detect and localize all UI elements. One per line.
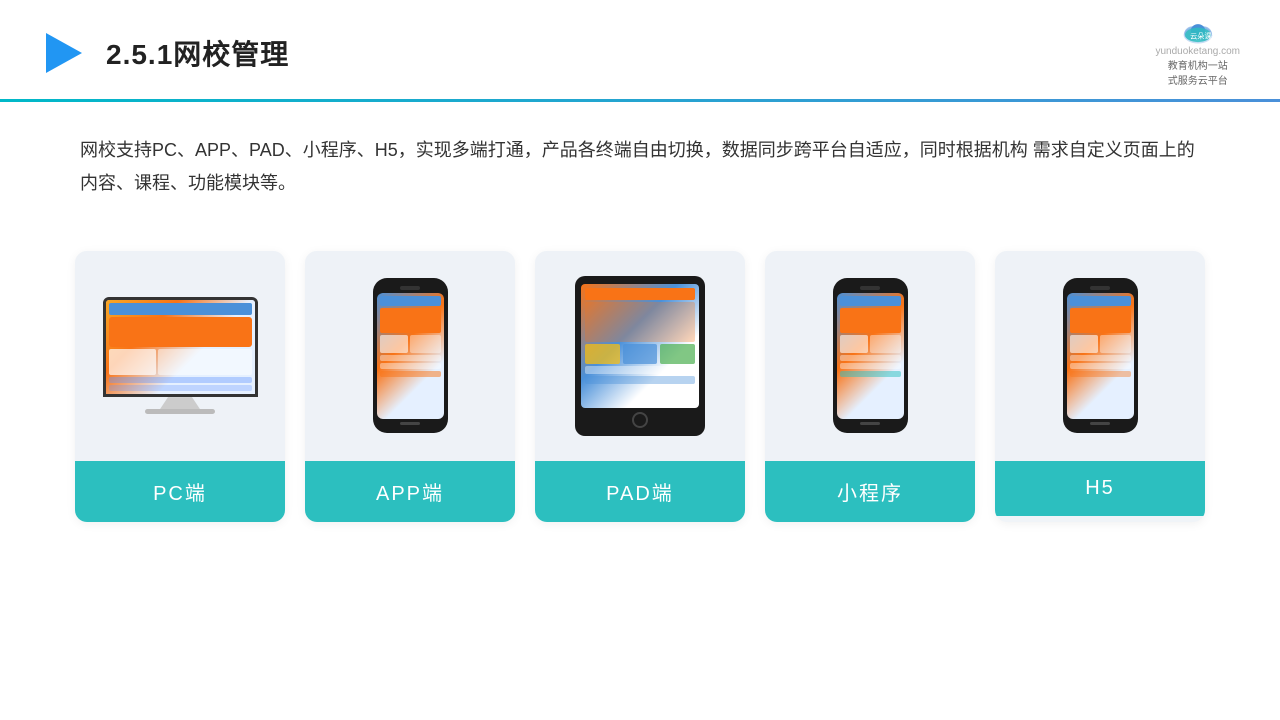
card-miniprogram: 小程序 [765,251,975,522]
description-content: 网校支持PC、APP、PAD、小程序、H5，实现多端打通，产品各终端自由切换，数… [80,140,1195,193]
phone-screen-h5 [1067,293,1134,419]
phone-home-app [400,422,420,425]
pc-base [145,409,215,414]
pc-stand [160,397,200,409]
tablet-mockup [575,276,705,436]
page-title: 2.5.1网校管理 [106,33,289,73]
card-miniprogram-image [765,251,975,461]
description-text: 网校支持PC、APP、PAD、小程序、H5，实现多端打通，产品各终端自由切换，数… [0,102,1280,211]
phone-notch-mini [860,286,880,290]
header: 2.5.1网校管理 云朵课堂 yunduoketang.com 教育机构一站 式… [0,0,1280,87]
phone-screen-app [377,293,444,419]
phone-mockup-app [373,278,448,433]
phone-notch-app [400,286,420,290]
logo-area: 云朵课堂 yunduoketang.com 教育机构一站 式服务云平台 [1155,18,1240,87]
logo-url: yunduoketang.com [1155,46,1240,57]
logo-tagline: 教育机构一站 式服务云平台 [1168,57,1228,87]
card-miniprogram-label: 小程序 [765,461,975,522]
card-pad-image [535,251,745,461]
card-pc-image [75,251,285,461]
card-pc-label: PC端 [75,461,285,522]
phone-home-mini [860,422,880,425]
card-app-label: APP端 [305,461,515,522]
pc-screen-inner [106,300,255,394]
card-h5-label: H5 [995,461,1205,516]
card-app: APP端 [305,251,515,522]
card-h5: H5 [995,251,1205,522]
card-pad-label: PAD端 [535,461,745,522]
cloud-icon: 云朵课堂 [1180,18,1216,46]
phone-screen-mini [837,293,904,419]
phone-mockup-h5 [1063,278,1138,433]
pc-mockup [103,297,258,414]
svg-text:云朵课堂: 云朵课堂 [1190,31,1216,40]
card-h5-image [995,251,1205,461]
logo-cloud: 云朵课堂 [1180,18,1216,46]
card-pc: PC端 [75,251,285,522]
tablet-screen [581,284,699,408]
tablet-home [632,412,648,428]
card-app-image [305,251,515,461]
cards-container: PC端 APP端 [0,221,1280,522]
card-pad: PAD端 [535,251,745,522]
header-left: 2.5.1网校管理 [40,29,289,77]
pc-screen [103,297,258,397]
phone-notch-h5 [1090,286,1110,290]
phone-mockup-mini [833,278,908,433]
play-icon [40,29,88,77]
phone-home-h5 [1090,422,1110,425]
